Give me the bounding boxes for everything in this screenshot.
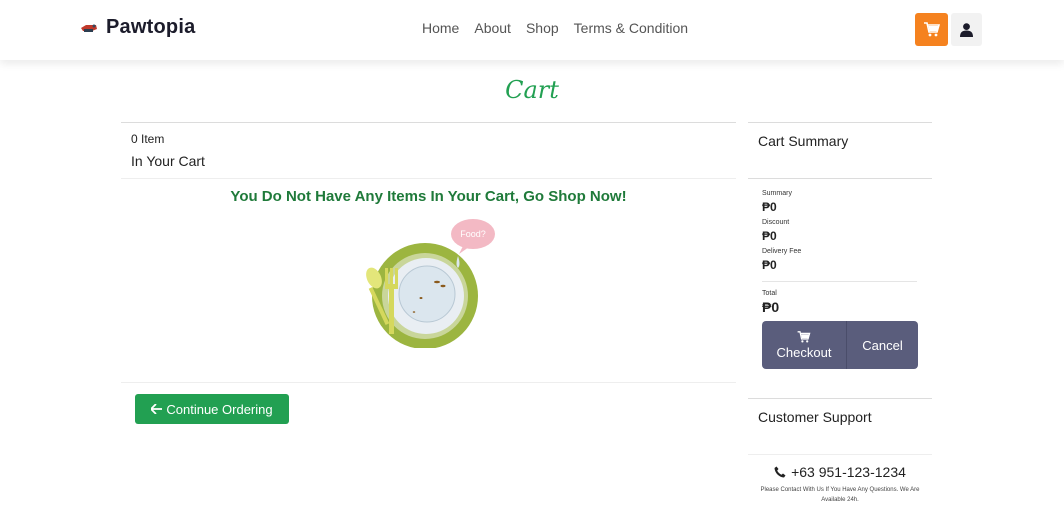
- empty-plate-illustration: Food?: [366, 219, 495, 348]
- summary-total-divider: [762, 281, 917, 282]
- customer-support-title: Customer Support: [758, 409, 872, 425]
- user-button[interactable]: [951, 13, 982, 46]
- summary-top-divider: [748, 122, 932, 123]
- continue-ordering-button[interactable]: Continue Ordering: [135, 394, 289, 424]
- discount-label: Discount: [762, 219, 790, 226]
- support-phone[interactable]: +63 951-123-1234: [748, 464, 932, 480]
- nav-shop[interactable]: Shop: [526, 20, 559, 36]
- support-header-divider: [748, 454, 932, 455]
- checkout-button-group: Checkout Cancel: [762, 321, 918, 369]
- support-note: Please Contact With Us If You Have Any Q…: [760, 487, 920, 503]
- cart-header-divider: [121, 178, 736, 179]
- cart-heading: In Your Cart: [131, 153, 205, 169]
- total-label: Total: [762, 290, 777, 297]
- summary-header-divider: [748, 178, 932, 179]
- cart-bottom-divider: [121, 382, 736, 383]
- support-top-divider: [748, 398, 932, 399]
- nav-home[interactable]: Home: [422, 20, 459, 36]
- cart-icon: [923, 22, 940, 37]
- arrow-left-icon: [151, 404, 163, 414]
- checkout-label: Checkout: [776, 344, 832, 360]
- nav-about[interactable]: About: [474, 20, 511, 36]
- item-count: 0 Item: [131, 132, 165, 146]
- continue-ordering-label: Continue Ordering: [166, 401, 273, 417]
- cart-panel: 0 Item In Your Cart You Do Not Have Any …: [121, 122, 736, 424]
- main-nav: Home About Shop Terms & Condition: [422, 20, 688, 36]
- support-phone-number: +63 951-123-1234: [791, 464, 906, 480]
- summary-label: Summary: [762, 190, 792, 197]
- brand[interactable]: Pawtopia: [80, 16, 195, 39]
- cart-button[interactable]: [915, 13, 948, 46]
- total-value: ₱0: [762, 299, 780, 315]
- pawtopia-logo-icon: [81, 24, 97, 32]
- food-bubble-text: Food?: [460, 229, 486, 239]
- brand-name: Pawtopia: [106, 16, 196, 38]
- delivery-fee-label: Delivery Fee: [762, 248, 802, 255]
- empty-cart-message: You Do Not Have Any Items In Your Cart, …: [230, 188, 627, 205]
- summary-value: ₱0: [762, 200, 777, 214]
- nav-terms[interactable]: Terms & Condition: [574, 20, 688, 36]
- phone-icon: [774, 466, 786, 478]
- navbar: Pawtopia Home About Shop Terms & Conditi…: [0, 0, 1064, 60]
- summary-panel: Cart Summary Summary ₱0 Discount ₱0 Deli…: [748, 122, 932, 503]
- page-title: Cart: [505, 76, 559, 104]
- cart-top-divider: [121, 122, 736, 123]
- user-icon: [960, 22, 973, 37]
- cart-icon: [797, 330, 811, 343]
- delivery-fee-value: ₱0: [762, 258, 777, 272]
- discount-value: ₱0: [762, 229, 777, 243]
- cart-summary-title: Cart Summary: [758, 133, 849, 149]
- checkout-button[interactable]: Checkout: [762, 321, 847, 369]
- cancel-button[interactable]: Cancel: [847, 321, 918, 369]
